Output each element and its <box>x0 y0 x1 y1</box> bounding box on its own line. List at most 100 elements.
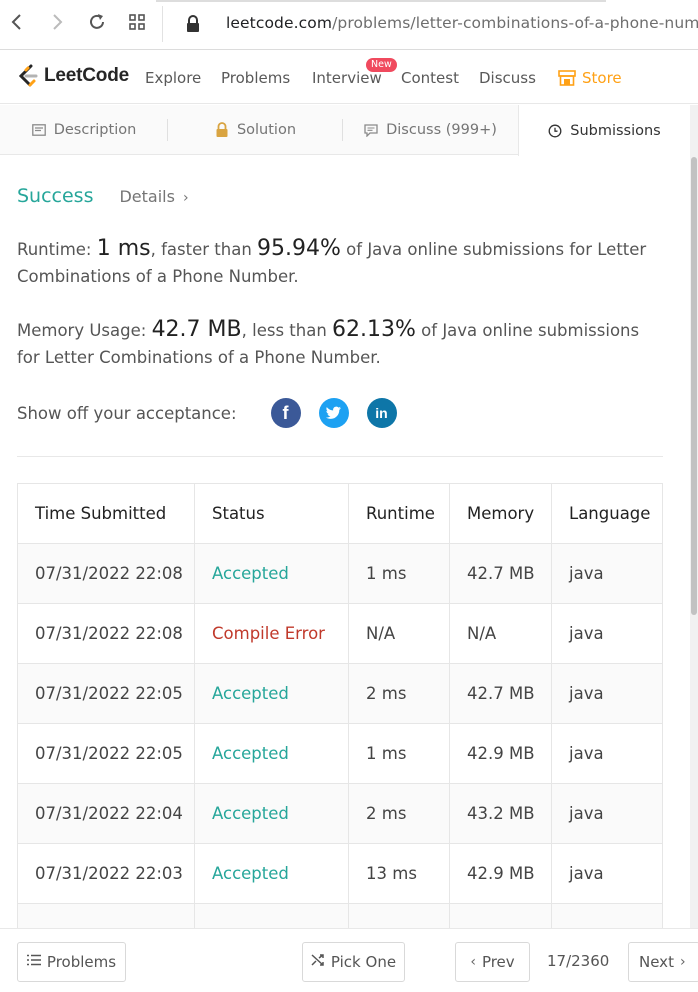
cell-memory: 42.9 MB <box>449 723 552 784</box>
cell-status[interactable]: Accepted <box>194 723 349 784</box>
cell-time: 07/31/2022 22:05 <box>17 663 195 724</box>
shuffle-icon <box>311 953 325 971</box>
table-row: 07/31/2022 22:05 Accepted 2 ms 42.7 MB j… <box>17 663 663 724</box>
runtime-label: Runtime: <box>17 240 97 259</box>
store-icon <box>558 70 576 86</box>
table-row: 07/31/2022 22:08 Accepted 1 ms 42.7 MB j… <box>17 543 663 604</box>
problem-footer: Problems Pick One ‹ Prev 17/2360 Next › <box>0 928 698 992</box>
header-status[interactable]: Status <box>194 483 349 544</box>
tab-submissions[interactable]: Submissions <box>518 105 690 156</box>
logo-text: LeetCode <box>44 65 129 86</box>
cell-language: java <box>551 783 663 844</box>
cell-memory: 43.2 MB <box>449 783 552 844</box>
details-label: Details <box>119 187 175 206</box>
cell-language <box>551 903 663 928</box>
tab-discuss[interactable]: Discuss (999+) <box>343 105 518 155</box>
memory-mid: , less than <box>241 321 333 340</box>
address-bar[interactable]: leetcode.com/problems/letter-combination… <box>226 14 698 32</box>
cell-time <box>17 903 195 928</box>
scrollbar-thumb[interactable] <box>691 157 697 615</box>
table-row <box>17 903 663 928</box>
share-row: Show off your acceptance: f in <box>17 398 397 428</box>
memory-value: 42.7 MB <box>151 317 242 342</box>
description-icon <box>31 124 46 136</box>
table-row: 07/31/2022 22:03 Accepted 13 ms 42.9 MB … <box>17 843 663 904</box>
nav-contest[interactable]: Contest <box>401 69 459 87</box>
result-status: Success <box>17 185 94 207</box>
submissions-table: Time Submitted Status Runtime Memory Lan… <box>17 483 663 928</box>
pick-one-label: Pick One <box>330 953 397 971</box>
next-label: Next <box>639 953 674 971</box>
memory-stat: Memory Usage: 42.7 MB, less than 62.13% … <box>17 316 657 371</box>
linkedin-icon[interactable]: in <box>366 398 397 428</box>
header-time-submitted[interactable]: Time Submitted <box>17 483 195 544</box>
new-badge: New <box>366 58 397 72</box>
chevron-left-icon: ‹ <box>470 954 476 970</box>
cell-runtime: 1 ms <box>348 723 450 784</box>
cell-language: java <box>551 663 663 724</box>
table-row: 07/31/2022 22:08 Compile Error N/A N/A j… <box>17 603 663 664</box>
discuss-icon <box>364 123 378 137</box>
pick-one-button[interactable]: Pick One <box>302 942 405 982</box>
cell-status[interactable]: Accepted <box>194 543 349 604</box>
twitter-icon[interactable] <box>318 398 349 428</box>
cell-time: 07/31/2022 22:03 <box>17 843 195 904</box>
cell-status[interactable]: Accepted <box>194 783 349 844</box>
cell-time: 07/31/2022 22:04 <box>17 783 195 844</box>
chevron-right-icon: › <box>182 190 189 206</box>
header-memory[interactable]: Memory <box>449 483 552 544</box>
lock-icon <box>186 15 200 37</box>
cell-status[interactable]: Accepted <box>194 843 349 904</box>
leetcode-logo[interactable]: LeetCode <box>17 64 129 88</box>
facebook-icon[interactable]: f <box>270 398 301 428</box>
tab-description-label: Description <box>53 122 137 138</box>
chevron-right-icon: › <box>679 954 686 970</box>
nav-store[interactable]: Store <box>558 69 622 87</box>
reload-icon[interactable] <box>85 12 109 36</box>
cell-runtime: N/A <box>348 603 450 664</box>
problem-tabs: Description Solution Discuss (999+) Subm… <box>0 105 690 156</box>
site-nav: LeetCode Explore Problems Interview New … <box>0 50 698 104</box>
cell-language: java <box>551 843 663 904</box>
result-header: Success Details › <box>17 185 189 207</box>
memory-percentile: 62.13% <box>332 317 416 342</box>
nav-discuss[interactable]: Discuss <box>479 69 536 87</box>
leetcode-logo-icon <box>18 64 38 87</box>
problems-button-label: Problems <box>46 953 117 971</box>
tab-discuss-label: Discuss (999+) <box>386 122 497 138</box>
cell-time: 07/31/2022 22:08 <box>17 543 195 604</box>
details-link[interactable]: Details › <box>119 187 188 206</box>
cell-status[interactable]: Compile Error <box>194 603 349 664</box>
tab-description[interactable]: Description <box>0 105 168 155</box>
runtime-percentile: 95.94% <box>257 236 341 261</box>
runtime-stat: Runtime: 1 ms, faster than 95.94% of Jav… <box>17 235 657 290</box>
cell-status[interactable]: Accepted <box>194 663 349 724</box>
url-path: /problems/letter-combinations-of-a-phone… <box>332 14 698 32</box>
next-button[interactable]: Next › <box>628 942 698 982</box>
cell-memory: 42.7 MB <box>449 663 552 724</box>
lock-icon <box>215 122 229 138</box>
nav-problems[interactable]: Problems <box>221 69 290 87</box>
back-icon[interactable] <box>5 12 29 36</box>
header-language[interactable]: Language <box>551 483 663 544</box>
table-row: 07/31/2022 22:04 Accepted 2 ms 43.2 MB j… <box>17 783 663 844</box>
nav-explore[interactable]: Explore <box>145 69 201 87</box>
runtime-value: 1 ms <box>96 236 151 261</box>
tab-solution[interactable]: Solution <box>168 105 343 155</box>
header-runtime[interactable]: Runtime <box>348 483 450 544</box>
memory-label: Memory Usage: <box>17 321 152 340</box>
page-indicator: 17/2360 <box>547 952 610 970</box>
cell-status <box>194 903 349 928</box>
share-label: Show off your acceptance: <box>17 403 237 423</box>
table-row: 07/31/2022 22:05 Accepted 1 ms 42.9 MB j… <box>17 723 663 784</box>
runtime-mid: , faster than <box>150 240 258 259</box>
tab-submissions-label: Submissions <box>570 122 661 139</box>
problems-button[interactable]: Problems <box>17 942 126 982</box>
cell-memory <box>449 903 552 928</box>
tab-grid-icon[interactable] <box>125 12 149 36</box>
forward-icon[interactable] <box>45 12 69 36</box>
cell-language: java <box>551 543 663 604</box>
prev-button[interactable]: ‹ Prev <box>455 942 530 982</box>
cell-time: 07/31/2022 22:05 <box>17 723 195 784</box>
content-scrollbar[interactable] <box>690 105 698 930</box>
